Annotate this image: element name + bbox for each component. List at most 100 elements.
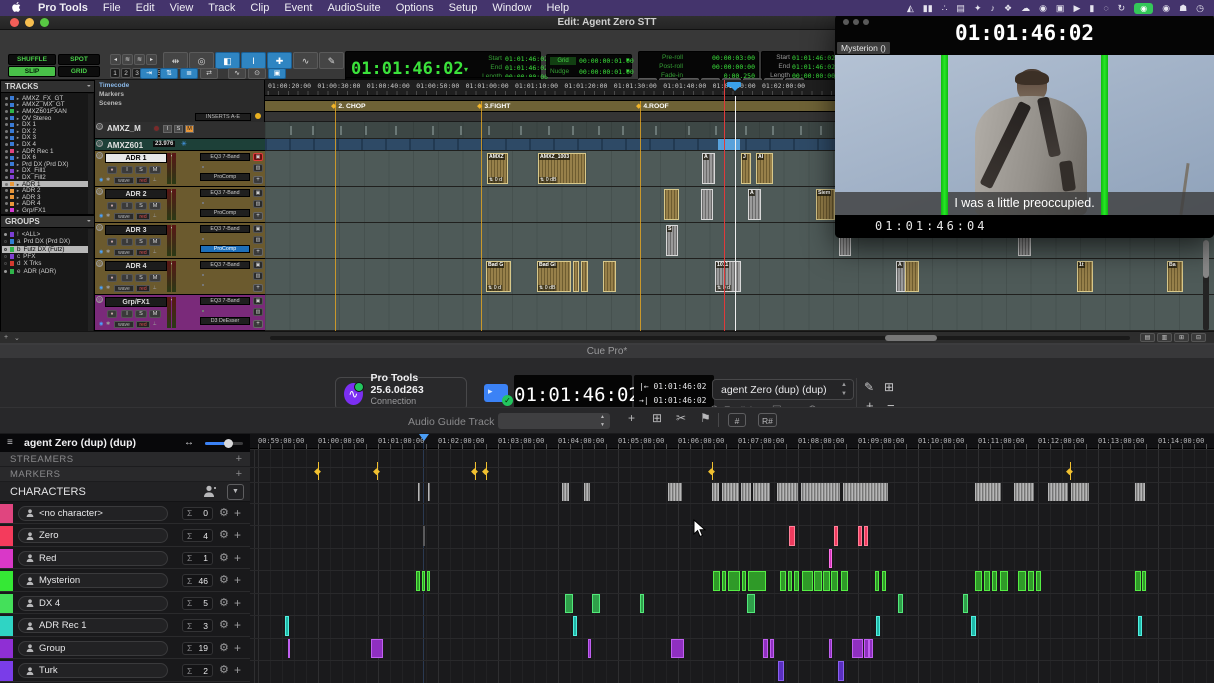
warp-icon[interactable]: ✱: [106, 177, 110, 183]
cue-clip-dx-4[interactable]: [963, 594, 968, 614]
add-insert-button[interactable]: +: [253, 212, 263, 220]
cue-clip-mysterion[interactable]: [875, 571, 879, 591]
input-monitor-button[interactable]: ▣: [253, 261, 263, 269]
track-freeze-button[interactable]: ◎: [96, 152, 103, 159]
comp-button[interactable]: ▥: [253, 308, 263, 316]
insert-slot-3[interactable]: [200, 281, 250, 289]
character-count-field[interactable]: Σ0: [182, 507, 213, 520]
character-settings-icon[interactable]: ⚙: [219, 619, 229, 632]
nudge-dropdown-icon[interactable]: ▾: [626, 67, 630, 75]
track-s-button[interactable]: S: [174, 125, 183, 133]
cue-clip-mysterion[interactable]: [1135, 571, 1141, 591]
timeline-marker-3-fight[interactable]: ◆3.FIGHT: [477, 102, 510, 110]
grid-value-chip[interactable]: Grid: [550, 57, 576, 65]
add-line-button[interactable]: +: [234, 528, 241, 542]
cue-clip-mysterion[interactable]: [984, 571, 990, 591]
character-row-adr-rec-1[interactable]: ADR Rec 1Σ3⚙+: [0, 615, 250, 637]
grid-dropdown-icon[interactable]: ▾: [626, 56, 630, 64]
menu-item-options[interactable]: Options: [396, 2, 434, 14]
record-enable-button[interactable]: ●: [107, 202, 117, 210]
camera-icon[interactable]: ◉: [1134, 3, 1153, 14]
track-name[interactable]: AMXZ601: [107, 141, 143, 150]
cue-marker-diamond[interactable]: ◆: [471, 466, 478, 477]
insert-slot-1[interactable]: EQ3 7-Band: [200, 189, 250, 197]
lane-grp-fx1[interactable]: [265, 295, 1214, 331]
playlist-chip[interactable]: red: [136, 177, 150, 184]
video-engine-icon[interactable]: ✳: [181, 140, 187, 148]
insert-slot-2[interactable]: [200, 271, 250, 279]
track-list-item-dx-3[interactable]: ►DX 3: [2, 135, 88, 142]
track-header-amxz601[interactable]: ◎AMXZ60123.976✳: [95, 139, 265, 151]
add-line-button[interactable]: +: [234, 506, 241, 520]
cue-marker-diamond[interactable]: ◆: [1066, 466, 1073, 477]
character-count-field[interactable]: Σ1: [182, 552, 213, 565]
cue-clip-adr-rec-1[interactable]: [573, 616, 577, 636]
mode-spot-button[interactable]: SPOT: [58, 54, 100, 65]
cue-clip-adr-rec-1[interactable]: [971, 616, 976, 636]
cue-clip-mysterion[interactable]: [742, 571, 746, 591]
comp-button[interactable]: ▥: [253, 236, 263, 244]
cue-clip-mysterion[interactable]: [722, 571, 726, 591]
edit-zoom-chip-2[interactable]: ⊞: [1174, 333, 1189, 342]
warp-icon[interactable]: ✱: [106, 213, 110, 219]
cue-clip-mysterion[interactable]: [831, 571, 838, 591]
character-name-field[interactable]: Mysterion: [18, 573, 168, 588]
input-monitor-button[interactable]: ▣: [253, 153, 263, 161]
track-m-button[interactable]: M: [149, 310, 161, 318]
add-insert-button[interactable]: +: [253, 320, 263, 328]
menu-item-audiosuite[interactable]: AudioSuite: [327, 2, 380, 14]
input-monitor-button[interactable]: ▣: [253, 225, 263, 233]
mode-slip-button[interactable]: SLIP: [8, 66, 56, 77]
character-name-field[interactable]: Turk: [18, 663, 168, 678]
track-visibility-dot[interactable]: [5, 189, 8, 192]
cue-clip-mysterion[interactable]: [814, 571, 822, 591]
cue-clip-mysterion[interactable]: [1028, 571, 1034, 591]
cue-clip-turk[interactable]: [838, 661, 844, 681]
track-list-item-adr-rec-1[interactable]: ►ADR Rec 1: [2, 148, 88, 155]
track-list-item-adr-1[interactable]: ►ADR 1: [2, 181, 88, 188]
track-visibility-dot[interactable]: [5, 169, 8, 172]
tracks-panel-header[interactable]: TRACKS◒: [1, 81, 94, 93]
track-name-plate[interactable]: ADR 1: [105, 153, 167, 163]
track-header-amxz-m[interactable]: ◎AMXZ_MISM: [95, 122, 265, 139]
cue-clip-mysterion[interactable]: [975, 571, 982, 591]
character-row-turk[interactable]: TurkΣ2⚙+: [0, 660, 250, 682]
menu-item-setup[interactable]: Setup: [449, 2, 478, 14]
cue-clip-zero[interactable]: [864, 526, 868, 546]
cue-clip-group[interactable]: [829, 639, 832, 659]
track-visibility-dot[interactable]: [5, 123, 8, 126]
mode-shuffle-button[interactable]: SHUFFLE: [8, 54, 56, 65]
track-list-item-dx-2[interactable]: ►DX 2: [2, 128, 88, 135]
character-name-field[interactable]: <no character>: [18, 506, 168, 521]
menu-item-clip[interactable]: Clip: [250, 2, 269, 14]
selector-tool[interactable]: I: [241, 52, 266, 69]
trim-tool[interactable]: ◧: [215, 52, 240, 69]
duplicate-button[interactable]: ⊞: [884, 380, 894, 394]
elastic-audio-icon[interactable]: ◉: [99, 213, 103, 219]
cue-playhead[interactable]: [419, 434, 429, 446]
insert-slot-2[interactable]: [200, 163, 250, 171]
menu-item-pro-tools[interactable]: Pro Tools: [38, 2, 88, 14]
clip-bad-gi[interactable]: Bad Gi⇅ 0 dB: [537, 261, 571, 292]
clip-amxz[interactable]: AMXZ⇅ 0 d: [487, 153, 508, 184]
track-visibility-dot[interactable]: [5, 117, 8, 120]
cue-clip-mysterion[interactable]: [1036, 571, 1041, 591]
level-icon[interactable]: ⟂: [153, 213, 156, 219]
track-i-button[interactable]: I: [121, 202, 133, 210]
group-item-c[interactable]: cPFX: [2, 253, 88, 260]
insert-slot-3[interactable]: ProComp: [200, 173, 250, 181]
layer-button[interactable]: ⊙: [248, 68, 266, 79]
cloud-icon[interactable]: ☁: [1021, 3, 1030, 14]
character-row--no-character-[interactable]: <no character>Σ0⚙+: [0, 503, 250, 525]
app-icon-6[interactable]: ❖: [1004, 3, 1012, 14]
menu-item-view[interactable]: View: [170, 2, 194, 14]
cue-clip-dx-4[interactable]: [898, 594, 903, 614]
edit-zoom-chip-1[interactable]: ▥: [1157, 333, 1172, 342]
playlist-chip[interactable]: red: [136, 321, 150, 328]
group-active-dot[interactable]: [4, 248, 7, 251]
character-settings-icon[interactable]: ⚙: [219, 664, 229, 677]
app-icon-4[interactable]: ▤: [956, 3, 965, 14]
track-freeze-button[interactable]: ◎: [96, 224, 103, 231]
automation-button[interactable]: ∿: [228, 68, 246, 79]
zoom-slider[interactable]: [205, 442, 243, 445]
